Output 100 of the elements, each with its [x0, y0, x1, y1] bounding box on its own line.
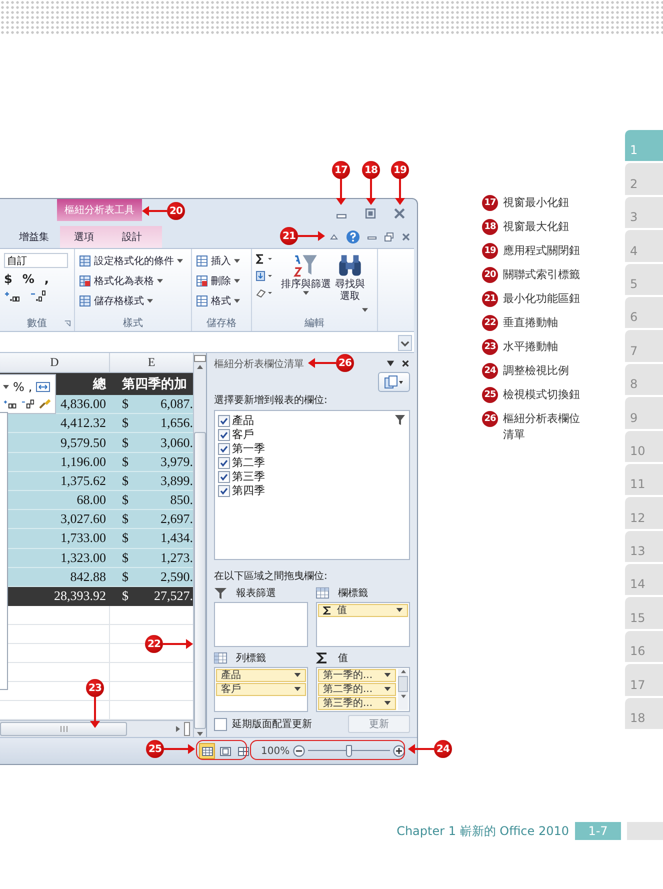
- callout-number: 19: [482, 243, 498, 259]
- merge-cells-icon[interactable]: [36, 382, 50, 392]
- number-format-button[interactable]: ,: [28, 380, 32, 394]
- checkbox-label[interactable]: 延期版面配置更新: [232, 717, 312, 732]
- ribbon-tab[interactable]: 設計: [108, 226, 162, 248]
- dialog-launcher-icon[interactable]: [64, 320, 71, 327]
- layout-icon: [384, 375, 404, 390]
- vertical-scrollbar[interactable]: [193, 353, 206, 737]
- caret-icon[interactable]: [294, 673, 301, 678]
- field-label[interactable]: 第一季: [232, 441, 265, 456]
- cells-icon: [196, 295, 208, 307]
- number-format-button[interactable]: %: [13, 380, 24, 394]
- scroll-right-icon[interactable]: [175, 724, 181, 733]
- restore-icon[interactable]: [384, 232, 394, 242]
- footer-bar: [627, 822, 663, 840]
- eraser-icon[interactable]: [256, 287, 274, 299]
- help-icon[interactable]: [346, 230, 360, 244]
- sigma-icon: [316, 652, 329, 664]
- maximize-icon[interactable]: [365, 208, 376, 219]
- drop-area[interactable]: 第一季的... 第二季的... 第三季的...: [316, 666, 410, 712]
- horizontal-scrollbar[interactable]: [0, 720, 193, 737]
- number-format-button[interactable]: ,: [44, 272, 49, 286]
- callout-arrow: [308, 358, 336, 368]
- checkbox[interactable]: [218, 414, 230, 427]
- number-format-dropdown[interactable]: 自訂: [4, 253, 68, 268]
- caret-icon[interactable]: [234, 299, 240, 303]
- caret-icon[interactable]: [396, 608, 403, 612]
- decrease-decimal-icon[interactable]: [20, 398, 34, 408]
- checkbox[interactable]: [218, 470, 230, 483]
- caret-icon[interactable]: [384, 701, 391, 706]
- callout-number: 20: [482, 267, 498, 283]
- split-handle[interactable]: [194, 355, 206, 362]
- area-field-button[interactable]: 第一季的...: [318, 668, 396, 682]
- checkbox[interactable]: [218, 456, 230, 469]
- zoom-slider[interactable]: [308, 745, 390, 757]
- collapse-ribbon-icon[interactable]: [329, 232, 339, 242]
- zoom-out-button[interactable]: [292, 745, 305, 757]
- vertical-scrollbar[interactable]: [398, 668, 408, 710]
- column-header[interactable]: D: [0, 353, 110, 372]
- expand-icon[interactable]: [398, 335, 412, 351]
- ribbon-group-label: 儲存格: [206, 316, 236, 330]
- field-label[interactable]: 第三季: [232, 469, 265, 484]
- callout-number: 18: [362, 161, 380, 179]
- decrease-decimal-icon[interactable]: [30, 290, 46, 302]
- field-label[interactable]: 客戶: [232, 427, 254, 442]
- increase-decimal-icon[interactable]: [4, 290, 20, 302]
- drop-area[interactable]: 值: [316, 602, 410, 647]
- scroll-up-icon[interactable]: [196, 364, 204, 370]
- caret-icon[interactable]: [177, 259, 183, 263]
- zoom-in-button[interactable]: [392, 745, 405, 757]
- caret-icon[interactable]: [234, 279, 240, 283]
- area-field-button[interactable]: 第二季的...: [318, 682, 396, 696]
- ribbon-command[interactable]: 插入: [196, 253, 248, 269]
- caret-icon[interactable]: [294, 687, 301, 692]
- caret-icon[interactable]: [384, 687, 391, 692]
- area-field-button[interactable]: 客戶: [216, 682, 306, 696]
- ribbon-command[interactable]: 設定格式化的條件: [79, 253, 188, 269]
- zoom-level[interactable]: 100%: [261, 746, 290, 756]
- table-icon: [214, 652, 227, 664]
- increase-decimal-icon[interactable]: [3, 398, 17, 408]
- area-field-button[interactable]: 產品: [216, 668, 306, 682]
- find-select-button[interactable]: 尋找與選取: [334, 253, 366, 315]
- ribbon-tab[interactable]: 選項: [60, 226, 108, 248]
- checkbox[interactable]: [214, 718, 227, 731]
- contextual-tab-group: 樞紐分析表工具: [57, 199, 142, 221]
- close-icon[interactable]: [401, 359, 410, 368]
- caret-icon[interactable]: [157, 279, 163, 283]
- checkbox[interactable]: [218, 428, 230, 441]
- number-format-button[interactable]: $: [4, 272, 12, 286]
- area-field-button[interactable]: 第三季的...: [318, 696, 396, 710]
- dropdown-icon[interactable]: [386, 359, 395, 368]
- column-header[interactable]: E: [110, 353, 193, 372]
- sort-filter-icon: [293, 253, 319, 279]
- caret-icon[interactable]: [147, 299, 153, 303]
- ribbon-command[interactable]: 格式化為表格: [79, 273, 188, 289]
- normal-view-button[interactable]: [199, 743, 215, 759]
- drop-area[interactable]: 產品 客戶: [214, 666, 308, 712]
- split-handle[interactable]: [184, 722, 190, 736]
- autosum-icon[interactable]: [256, 253, 274, 265]
- checkbox[interactable]: [218, 484, 230, 497]
- field-label[interactable]: 第四季: [232, 483, 265, 498]
- format-painter-icon[interactable]: [38, 398, 52, 408]
- ribbon-tab[interactable]: 增益集: [8, 226, 60, 248]
- field-label[interactable]: 產品: [232, 413, 254, 428]
- ribbon-command[interactable]: 儲存格樣式: [79, 293, 188, 309]
- caret-icon[interactable]: [362, 308, 368, 312]
- layout-button[interactable]: [378, 372, 410, 392]
- fill-icon[interactable]: [256, 270, 274, 282]
- number-format-button[interactable]: %: [22, 272, 34, 286]
- checkbox[interactable]: [218, 442, 230, 455]
- area-field-button[interactable]: 值: [318, 604, 408, 617]
- ribbon-command[interactable]: 格式: [196, 293, 248, 309]
- caret-icon[interactable]: [384, 673, 391, 678]
- sort-filter-button[interactable]: 排序與篩選: [281, 253, 331, 315]
- caret-icon[interactable]: [303, 291, 309, 295]
- filter-icon[interactable]: [395, 414, 405, 425]
- caret-icon[interactable]: [3, 384, 9, 388]
- caret-icon[interactable]: [234, 259, 240, 263]
- field-label[interactable]: 第二季: [232, 455, 265, 470]
- ribbon-command[interactable]: 刪除: [196, 273, 248, 289]
